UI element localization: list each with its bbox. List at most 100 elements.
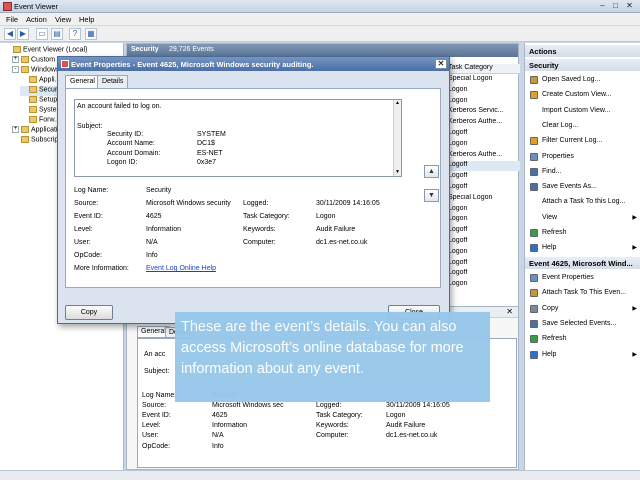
- action-icon: [530, 319, 538, 328]
- list-row-task-category[interactable]: Kerberos Authe...: [445, 151, 520, 161]
- action-item[interactable]: Import Custom View...: [525, 104, 640, 119]
- tab-details[interactable]: Details: [97, 75, 129, 88]
- action-item[interactable]: Attach Task To This Even...: [525, 286, 640, 301]
- dialog-body: An account failed to log on. Subject: Se…: [65, 88, 441, 288]
- expand-icon[interactable]: +: [12, 126, 19, 133]
- event-message-box[interactable]: An account failed to log on. Subject: Se…: [74, 99, 402, 177]
- list-row-task-category[interactable]: Logoff: [445, 269, 520, 279]
- list-row-task-category[interactable]: Logon: [445, 215, 520, 225]
- grid-icon[interactable]: ▦: [85, 28, 97, 40]
- action-label: Refresh: [542, 335, 567, 343]
- action-label: Attach a Task To this Log...: [542, 198, 626, 206]
- menu-help[interactable]: Help: [79, 15, 94, 24]
- actions-section-event[interactable]: Event 4625, Microsoft Wind...: [525, 257, 640, 269]
- action-item[interactable]: Clear Log...: [525, 119, 640, 134]
- message-scrollbar[interactable]: ▲ ▼: [393, 100, 401, 176]
- list-row-task-category[interactable]: Logon: [445, 86, 520, 96]
- action-item[interactable]: Refresh: [525, 226, 640, 241]
- action-item[interactable]: Find...: [525, 165, 640, 180]
- list-row-task-category[interactable]: Logoff: [445, 129, 520, 139]
- tree-node[interactable]: Syste...: [20, 106, 62, 116]
- action-item[interactable]: Help ▶: [525, 241, 640, 256]
- field-label: Task Category:: [243, 213, 290, 220]
- action-icon: [530, 335, 538, 344]
- message-subject: Subject:: [77, 123, 103, 130]
- expand-icon[interactable]: +: [12, 56, 19, 63]
- list-row-task-category[interactable]: Logoff: [445, 226, 520, 236]
- list-row-task-category[interactable]: Kerberos Authe...: [445, 118, 520, 128]
- event-properties-dialog: Event Properties - Event 4625, Microsoft…: [57, 56, 450, 324]
- list-row-task-category[interactable]: Kerberos Servic...: [445, 107, 520, 117]
- actions-section-security[interactable]: Security: [525, 59, 640, 71]
- field-value: Microsoft Windows security: [146, 200, 231, 207]
- folder-icon: [21, 56, 29, 63]
- scroll-up-icon[interactable]: ▲: [394, 100, 401, 107]
- action-item[interactable]: Save Selected Events...: [525, 317, 640, 332]
- field-label: Keywords:: [243, 226, 276, 233]
- field-value: 4625: [146, 213, 162, 220]
- tab-general[interactable]: General: [65, 75, 100, 89]
- action-item[interactable]: View ▶: [525, 211, 640, 226]
- submenu-arrow-icon: ▶: [632, 305, 637, 312]
- maximize-icon[interactable]: □: [610, 1, 621, 11]
- action-icon: [530, 213, 538, 222]
- list-row-task-category[interactable]: Logon: [445, 248, 520, 258]
- action-item[interactable]: Event Properties: [525, 271, 640, 286]
- next-event-button[interactable]: ▼: [424, 189, 439, 202]
- list-row-task-category[interactable]: Logoff: [445, 172, 520, 182]
- menu-view[interactable]: View: [55, 15, 71, 24]
- forward-icon[interactable]: ▶: [17, 28, 29, 40]
- preview-close-icon[interactable]: ✕: [506, 307, 513, 316]
- list-row-task-category[interactable]: Special Logon: [445, 75, 520, 85]
- action-item[interactable]: Save Events As...: [525, 180, 640, 195]
- tree-node[interactable]: Event Viewer (Local): [4, 46, 87, 56]
- list-row-task-category[interactable]: Logoff: [445, 161, 520, 172]
- list-row-task-category[interactable]: Logon: [445, 97, 520, 107]
- list-row-task-category[interactable]: Logoff: [445, 237, 520, 247]
- previous-event-button[interactable]: ▲: [424, 165, 439, 178]
- message-field-value: DC1$: [197, 140, 215, 148]
- menu-file[interactable]: File: [6, 15, 18, 24]
- close-icon[interactable]: ✕: [624, 1, 635, 11]
- minimize-icon[interactable]: –: [597, 1, 608, 11]
- action-item[interactable]: Refresh: [525, 332, 640, 347]
- tutorial-callout: These are the event’s details. You can a…: [175, 312, 490, 402]
- field-value: 30/11/2009 14:16:05: [316, 200, 380, 207]
- scroll-down-icon[interactable]: ▼: [394, 169, 401, 176]
- tree-node[interactable]: Forw...: [20, 116, 60, 126]
- list-row-task-category[interactable]: Logon: [445, 140, 520, 150]
- action-item[interactable]: Open Saved Log...: [525, 73, 640, 88]
- title-bar: Event Viewer – □ ✕: [0, 0, 640, 13]
- folder-icon: [29, 96, 37, 103]
- list-row-task-category[interactable]: Logon: [445, 280, 520, 290]
- expand-icon[interactable]: -: [12, 66, 19, 73]
- back-icon[interactable]: ◀: [4, 28, 16, 40]
- column-header-task-category[interactable]: Task Category: [445, 64, 520, 74]
- list-row-task-category[interactable]: Logoff: [445, 259, 520, 269]
- help-icon[interactable]: ?: [69, 28, 81, 40]
- action-item[interactable]: Create Custom View...: [525, 88, 640, 103]
- action-item[interactable]: Attach a Task To this Log...: [525, 195, 640, 210]
- actions-header: Actions: [525, 45, 640, 57]
- event-viewer-icon: [3, 2, 12, 11]
- tree-node[interactable]: Appli...: [20, 76, 60, 86]
- properties-icon[interactable]: ▤: [51, 28, 63, 40]
- preview-field-label: Keywords:: [316, 422, 349, 429]
- list-row-task-category[interactable]: Special Logon: [445, 194, 520, 204]
- menu-action[interactable]: Action: [26, 15, 47, 24]
- action-item[interactable]: Help ▶: [525, 348, 640, 363]
- preview-field-label: User:: [142, 432, 159, 439]
- list-row-task-category[interactable]: Logoff: [445, 183, 520, 193]
- action-item[interactable]: Properties: [525, 150, 640, 165]
- event-log-online-help-link[interactable]: Event Log Online Help: [146, 265, 216, 272]
- tree-node[interactable]: Setup: [20, 96, 57, 106]
- list-row-task-category[interactable]: Logon: [445, 205, 520, 215]
- dialog-close-icon[interactable]: ✕: [435, 59, 447, 69]
- action-item[interactable]: Copy ▶: [525, 302, 640, 317]
- preview-field-label: Level:: [142, 422, 161, 429]
- action-item[interactable]: Filter Current Log...: [525, 134, 640, 149]
- log-title: Security: [131, 46, 159, 53]
- preview-field-value: 4625: [212, 412, 228, 419]
- folder-icon[interactable]: ▭: [36, 28, 48, 40]
- copy-button[interactable]: Copy: [65, 305, 113, 320]
